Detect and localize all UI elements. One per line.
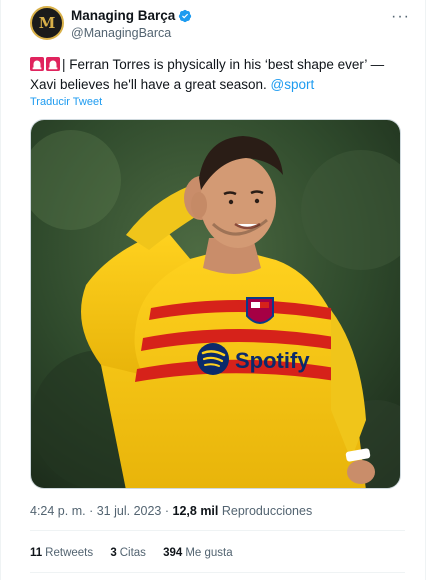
views-count: 12,8 mil — [172, 504, 219, 518]
avatar-initial: M — [38, 14, 56, 32]
divider — [30, 572, 405, 573]
avatar[interactable]: M — [30, 6, 64, 40]
quotes-stat[interactable]: 3 Citas — [110, 547, 146, 559]
page-border-right — [425, 0, 426, 580]
meta-separator: · — [164, 504, 170, 518]
tweet-body: | Ferran Torres is physically in his ‘be… — [30, 57, 385, 92]
retweets-label: Retweets — [45, 547, 94, 559]
author-handle[interactable]: @ManagingBarca — [71, 26, 171, 40]
meta-separator: · — [89, 504, 94, 518]
tweet-meta: 4:24 p. m. · 31 jul. 2023 · 12,8 mil Rep… — [30, 504, 312, 518]
tweet-header: M Managing Barça @ManagingBarca ··· — [30, 6, 410, 44]
tweet-media-image[interactable]: Spotify — [30, 119, 401, 489]
engagement-stats: 11 Retweets 3 Citas 394 Me gusta — [30, 547, 247, 559]
likes-stat[interactable]: 394 Me gusta — [163, 547, 233, 559]
siren-icon — [46, 57, 60, 71]
tweet-date[interactable]: 31 jul. 2023 — [97, 504, 162, 518]
author-name-row: Managing Barça — [71, 8, 192, 23]
jersey-sponsor-text: Spotify — [235, 348, 310, 373]
retweets-stat[interactable]: 11 Retweets — [30, 547, 93, 559]
likes-count: 394 — [163, 547, 183, 559]
quotes-count: 3 — [110, 547, 117, 559]
likes-label: Me gusta — [185, 547, 233, 559]
siren-icon — [30, 57, 44, 71]
tweet-text: | Ferran Torres is physically in his ‘be… — [30, 55, 405, 95]
divider — [30, 530, 405, 531]
verified-badge-icon — [179, 9, 192, 22]
player-photo: Spotify — [31, 120, 400, 488]
views-label: Reproducciones — [221, 504, 313, 518]
translate-tweet-link[interactable]: Traducir Tweet — [30, 96, 102, 108]
quotes-label: Citas — [119, 547, 146, 559]
page-border-left — [0, 0, 1, 580]
author-name[interactable]: Managing Barça — [71, 8, 175, 23]
tweet-time[interactable]: 4:24 p. m. — [30, 504, 86, 518]
more-options-icon[interactable]: ··· — [391, 8, 410, 26]
retweets-count: 11 — [30, 547, 43, 559]
mention-link[interactable]: @sport — [271, 77, 315, 92]
